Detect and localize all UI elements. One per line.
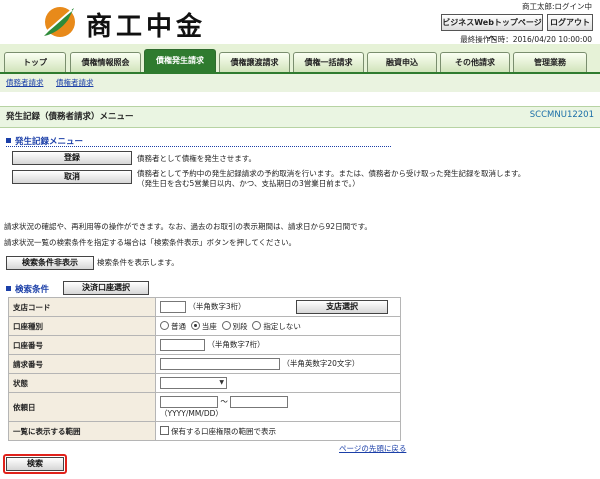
toggle-search-description: 検索条件を表示します。 <box>97 258 179 267</box>
subnav-creditor-request[interactable]: 債権者請求 <box>56 77 94 88</box>
tab-loan-application[interactable]: 融資申込 <box>367 52 437 73</box>
request-date-label: 依頼日 <box>8 392 156 422</box>
date-separator: 〜 <box>220 396 228 406</box>
logout-button[interactable]: ログアウト <box>547 14 593 31</box>
user-name: 商工太郎:ログイン中 <box>521 2 592 11</box>
table-row: 支店コード （半角数字3桁） 支店選択 <box>8 297 401 317</box>
branch-code-label: 支店コード <box>8 297 156 317</box>
menu-heading-underline <box>6 146 391 147</box>
search-button[interactable]: 検索 <box>6 457 64 471</box>
square-bullet-icon <box>6 138 11 143</box>
register-description: 債務者として債権を発生させます。 <box>137 154 257 163</box>
logo-text: 商工中金 <box>86 12 207 42</box>
status-cell <box>155 373 401 393</box>
tab-bulk-request[interactable]: 債権一括請求 <box>293 52 364 73</box>
business-web-top-button[interactable]: ビジネスWebトップページへ <box>441 14 543 43</box>
tab-transfer-request[interactable]: 債権譲渡請求 <box>219 52 290 73</box>
branch-code-input[interactable] <box>160 301 186 313</box>
screen-id: SCCMNU12201 <box>529 110 594 120</box>
table-row: 口座番号 （半角数字7桁） <box>8 335 401 355</box>
request-number-input[interactable] <box>160 358 280 370</box>
radio-futsu[interactable] <box>160 320 169 330</box>
info-text-1: 請求状況の確認や、再利用等の操作ができます。なお、過去のお取引の表示期間は、請求… <box>4 222 372 231</box>
branch-code-hint: （半角数字3桁） <box>188 302 246 311</box>
cancel-description: 債務者として予約中の発生記録請求の予約取消を行います。または、債務者から受け取っ… <box>137 169 577 189</box>
cancel-button[interactable]: 取消 <box>12 170 132 184</box>
account-select-button[interactable]: 決済口座選択 <box>63 281 149 295</box>
account-number-cell: （半角数字7桁） <box>155 335 401 355</box>
tab-top[interactable]: トップ <box>4 52 66 73</box>
table-row: 依頼日 〜 （YYYY/MM/DD） <box>8 392 401 422</box>
radio-toza-label: 当座 <box>201 321 217 331</box>
radio-futsu-label: 普通 <box>171 321 186 331</box>
table-row: 請求番号 （半角英数字20文字） <box>8 354 401 374</box>
tab-admin[interactable]: 管理業務 <box>513 52 587 73</box>
toggle-search-conditions-button[interactable]: 検索条件非表示 <box>6 256 94 270</box>
search-conditions-table: 支店コード （半角数字3桁） 支店選択 口座種別 普通 当座 別段 指定しない … <box>8 297 401 441</box>
page-title: 発生記録（債務者請求）メニュー <box>6 112 134 122</box>
square-bullet-icon <box>6 286 11 291</box>
request-date-to-input[interactable] <box>230 395 289 408</box>
tab-issuance-request[interactable]: 債権発生請求 <box>144 49 216 73</box>
branch-select-button[interactable]: 支店選択 <box>296 300 389 314</box>
radio-betsudan[interactable] <box>221 320 231 330</box>
display-scope-cell: 保有する口座権限の範囲で表示 <box>155 421 401 441</box>
table-row: 一覧に表示する範囲 保有する口座権限の範囲で表示 <box>8 421 401 441</box>
account-number-hint: （半角数字7桁） <box>207 340 265 349</box>
tab-other-request[interactable]: その他請求 <box>440 52 510 73</box>
request-date-from-input[interactable] <box>160 395 218 408</box>
scope-checkbox[interactable] <box>160 425 169 435</box>
display-scope-label: 一覧に表示する範囲 <box>8 421 156 441</box>
account-number-label: 口座番号 <box>8 335 156 355</box>
radio-betsudan-label: 別段 <box>232 321 248 331</box>
info-text-2: 請求状況一覧の検索条件を指定する場合は「検索条件表示」ボタンを押してください。 <box>4 238 297 247</box>
radio-unspecified[interactable] <box>252 320 262 330</box>
radio-unspecified-label: 指定しない <box>263 321 301 331</box>
request-number-hint: （半角英数字20文字） <box>282 359 360 368</box>
register-button[interactable]: 登録 <box>12 151 132 165</box>
subnav-debtor-request[interactable]: 債務者請求 <box>6 77 44 88</box>
status-select[interactable] <box>160 377 227 389</box>
radio-toza[interactable] <box>190 320 200 330</box>
logo-mark-icon <box>44 7 75 37</box>
tab-claim-inquiry[interactable]: 債権情報照会 <box>70 52 141 73</box>
status-label: 状態 <box>8 373 156 393</box>
cancel-description-line2: （発生日を含む5営業日以内、かつ、支払期日の3営業日前まで。） <box>137 179 360 188</box>
account-number-input[interactable] <box>160 339 205 351</box>
account-type-cell: 普通 当座 別段 指定しない <box>155 316 401 336</box>
scope-checkbox-label: 保有する口座権限の範囲で表示 <box>171 426 276 436</box>
account-type-label: 口座種別 <box>8 316 156 336</box>
table-row: 口座種別 普通 当座 別段 指定しない <box>8 316 401 336</box>
request-date-cell: 〜 （YYYY/MM/DD） <box>155 392 401 422</box>
request-number-label: 請求番号 <box>8 354 156 374</box>
table-row: 状態 <box>8 373 401 393</box>
cancel-description-line1: 債務者として予約中の発生記録請求の予約取消を行います。または、債務者から受け取っ… <box>137 169 526 178</box>
search-section-heading: 検索条件 <box>6 283 49 295</box>
request-number-cell: （半角英数字20文字） <box>155 354 401 374</box>
branch-code-cell: （半角数字3桁） 支店選択 <box>155 297 401 317</box>
search-heading-text: 検索条件 <box>15 285 50 295</box>
back-to-top-link[interactable]: ページの先頭に戻る <box>339 443 406 454</box>
date-format-hint: （YYYY/MM/DD） <box>160 408 223 418</box>
